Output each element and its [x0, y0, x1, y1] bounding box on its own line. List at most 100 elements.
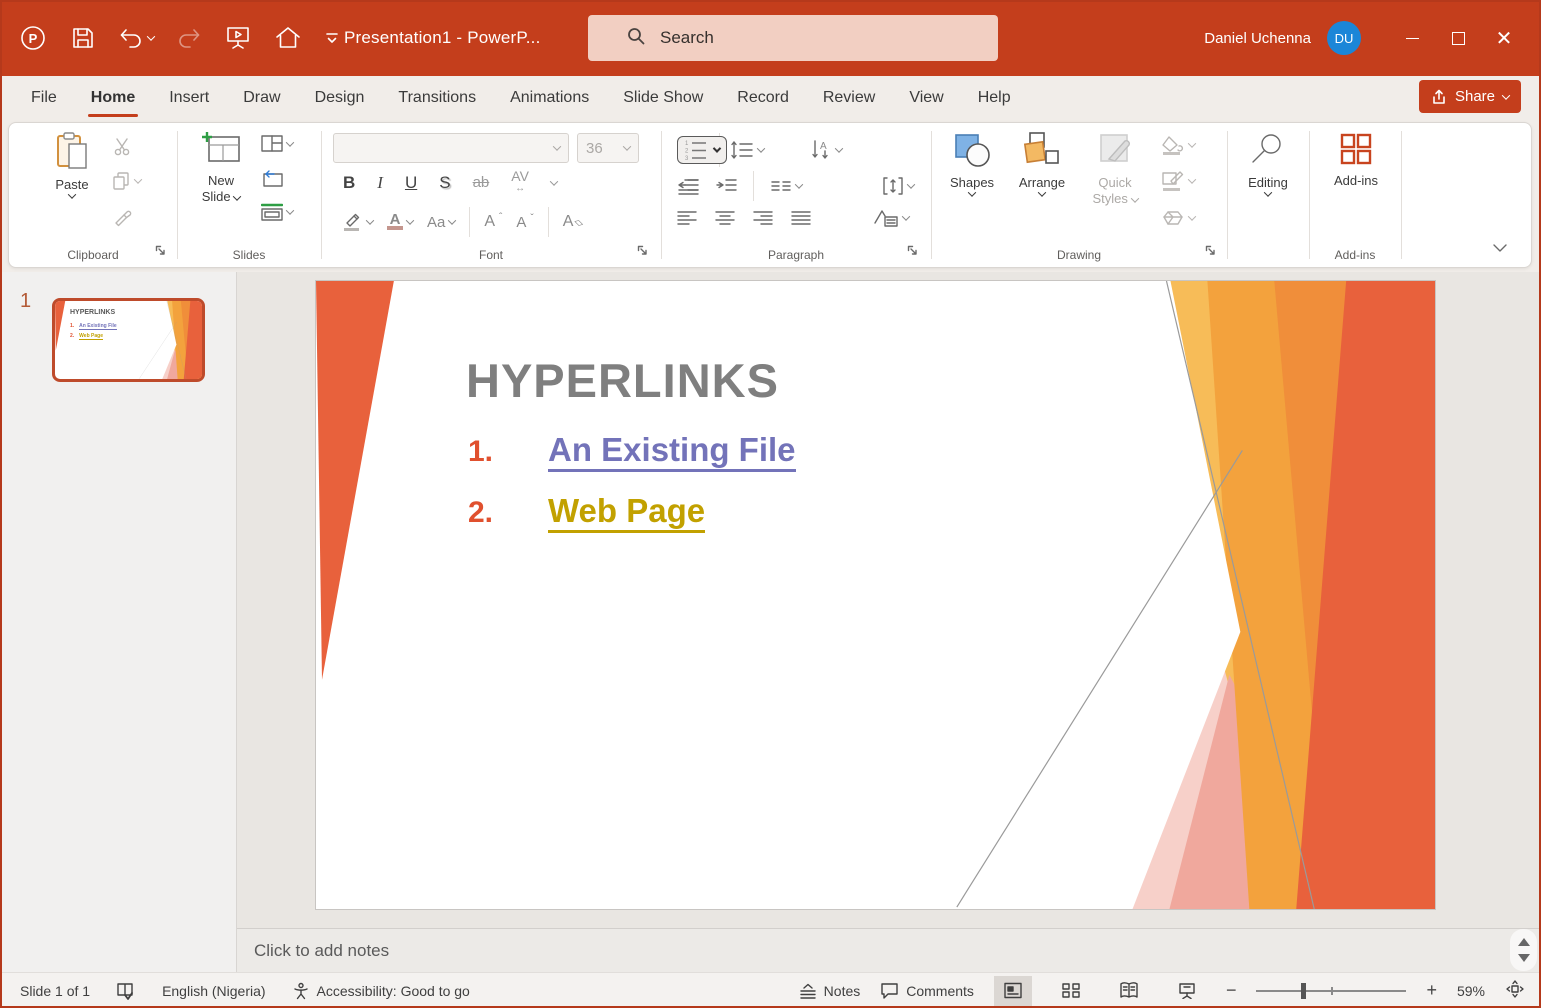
- tab-file[interactable]: File: [14, 76, 74, 120]
- slide[interactable]: HYPERLINKS 1. An Existing File 2. Web Pa…: [315, 280, 1436, 910]
- slideshow-view-button[interactable]: [1168, 976, 1206, 1006]
- addins-button[interactable]: Add-ins: [1321, 131, 1391, 189]
- decrease-font-size-button[interactable]: Aˇ: [516, 213, 533, 231]
- clear-formatting-button[interactable]: A ▱: [563, 213, 587, 231]
- accessibility-status[interactable]: Accessibility: Good to go: [292, 982, 470, 1000]
- vertical-scrollbar[interactable]: [1510, 929, 1537, 971]
- line-spacing-button[interactable]: [730, 140, 766, 160]
- increase-font-size-button[interactable]: Aˆ: [484, 212, 502, 231]
- bold-button[interactable]: B: [343, 173, 355, 193]
- tab-design[interactable]: Design: [298, 76, 382, 120]
- reading-view-button[interactable]: [1110, 976, 1148, 1006]
- section-icon[interactable]: [261, 203, 295, 221]
- save-icon[interactable]: [70, 25, 96, 51]
- tab-transitions[interactable]: Transitions: [381, 76, 493, 120]
- paragraph-dialog-launcher-icon[interactable]: [907, 243, 918, 261]
- search-box[interactable]: Search: [588, 15, 998, 61]
- new-slide-button[interactable]: New Slide: [191, 131, 251, 205]
- align-text-button[interactable]: [882, 176, 916, 196]
- text-shadow-button[interactable]: S: [439, 173, 450, 193]
- justify-icon[interactable]: [791, 210, 811, 226]
- collapse-ribbon-chevron-icon[interactable]: [1491, 241, 1509, 259]
- italic-button[interactable]: I: [377, 173, 383, 193]
- align-center-icon[interactable]: [715, 210, 735, 226]
- underline-button[interactable]: U: [405, 173, 417, 193]
- zoom-out-button[interactable]: −: [1226, 980, 1237, 1001]
- slide-thumbnail[interactable]: HYPERLINKS 1. An Existing File 2. Web Page: [52, 298, 205, 382]
- change-case-button[interactable]: Aa: [427, 214, 457, 231]
- share-button[interactable]: Share: [1418, 80, 1521, 113]
- slide-indicator[interactable]: Slide 1 of 1: [20, 983, 90, 999]
- home-icon[interactable]: [274, 24, 302, 52]
- shapes-button[interactable]: Shapes: [943, 131, 1001, 197]
- comments-button[interactable]: Comments: [880, 982, 974, 999]
- fit-slide-to-window-button[interactable]: [1505, 980, 1525, 1001]
- user-name[interactable]: Daniel Uchenna: [1204, 30, 1311, 47]
- zoom-in-button[interactable]: +: [1426, 980, 1437, 1001]
- editing-button[interactable]: Editing: [1237, 131, 1299, 197]
- scroll-down-icon[interactable]: [1517, 954, 1530, 962]
- spell-check-icon[interactable]: [116, 982, 136, 1000]
- text-direction-button[interactable]: A: [810, 139, 844, 161]
- character-spacing-chevron-icon[interactable]: [549, 176, 559, 186]
- zoom-level[interactable]: 59%: [1457, 983, 1485, 999]
- powerpoint-logo-icon[interactable]: P: [18, 23, 48, 53]
- minimize-button[interactable]: [1389, 0, 1435, 76]
- hyperlink-existing-file[interactable]: An Existing File: [548, 431, 796, 472]
- paragraph-group-label: Paragraph: [767, 248, 825, 262]
- customize-qat-chevron-icon[interactable]: [324, 30, 340, 46]
- tab-slide-show[interactable]: Slide Show: [606, 76, 720, 120]
- convert-to-smartart-button[interactable]: [873, 209, 911, 227]
- drawing-dialog-launcher-icon[interactable]: [1205, 243, 1216, 261]
- format-painter-icon: [113, 207, 133, 227]
- strikethrough-button[interactable]: ab: [473, 174, 490, 191]
- maximize-button[interactable]: [1435, 0, 1481, 76]
- font-size-combo[interactable]: 36: [577, 133, 639, 163]
- notes-toggle-button[interactable]: Notes: [799, 983, 860, 999]
- notes-pane[interactable]: Click to add notes: [237, 928, 1541, 972]
- language-indicator[interactable]: English (Nigeria): [162, 983, 265, 999]
- align-right-icon[interactable]: [753, 210, 773, 226]
- highlight-color-button[interactable]: [341, 212, 375, 232]
- numbering-button[interactable]: 1 23: [677, 136, 727, 164]
- reset-slide-icon[interactable]: [261, 169, 283, 187]
- tab-animations[interactable]: Animations: [493, 76, 606, 120]
- tab-review[interactable]: Review: [806, 76, 892, 120]
- slide-sorter-view-button[interactable]: [1052, 976, 1090, 1006]
- undo-dropdown-chevron[interactable]: [146, 32, 156, 41]
- svg-text:A: A: [820, 141, 827, 152]
- close-button[interactable]: ✕: [1481, 0, 1527, 76]
- tab-view[interactable]: View: [892, 76, 960, 120]
- font-color-button[interactable]: A: [387, 212, 415, 230]
- slide-layout-icon[interactable]: [261, 135, 295, 152]
- zoom-slider[interactable]: [1256, 982, 1407, 999]
- avatar[interactable]: DU: [1327, 21, 1361, 55]
- titlebar: P Presentation1 - PowerP... Search Danie…: [0, 0, 1541, 76]
- drawing-group-label: Drawing: [1056, 248, 1101, 262]
- thumbnail-title: HYPERLINKS: [70, 309, 116, 316]
- start-slideshow-icon[interactable]: [224, 24, 252, 52]
- tab-help[interactable]: Help: [961, 76, 1028, 120]
- normal-view-button[interactable]: [993, 975, 1032, 1006]
- tab-insert[interactable]: Insert: [152, 76, 226, 120]
- clipboard-dialog-launcher-icon[interactable]: [155, 243, 166, 261]
- slides-group-label: Slides: [232, 248, 266, 262]
- font-dialog-launcher-icon[interactable]: [637, 243, 648, 261]
- scroll-up-icon[interactable]: [1517, 938, 1530, 946]
- undo-icon[interactable]: [118, 25, 156, 51]
- zoom-slider-thumb[interactable]: [1301, 982, 1307, 999]
- tab-home[interactable]: Home: [74, 76, 152, 120]
- align-left-icon[interactable]: [677, 210, 697, 226]
- hyperlink-web-page[interactable]: Web Page: [548, 492, 706, 533]
- paste-button[interactable]: Paste: [41, 131, 103, 199]
- increase-indent-icon[interactable]: [715, 177, 737, 195]
- decrease-indent-icon[interactable]: [677, 177, 699, 195]
- powerpoint-window: P Presentation1 - PowerP... Search Danie…: [0, 0, 1541, 1008]
- arrange-button[interactable]: Arrange: [1011, 131, 1073, 197]
- tab-record[interactable]: Record: [720, 76, 806, 120]
- slide-title[interactable]: HYPERLINKS: [466, 353, 779, 408]
- columns-button[interactable]: [770, 179, 804, 193]
- tab-draw[interactable]: Draw: [226, 76, 297, 120]
- font-name-combo[interactable]: [333, 133, 569, 163]
- character-spacing-button[interactable]: AV ↔: [511, 169, 529, 194]
